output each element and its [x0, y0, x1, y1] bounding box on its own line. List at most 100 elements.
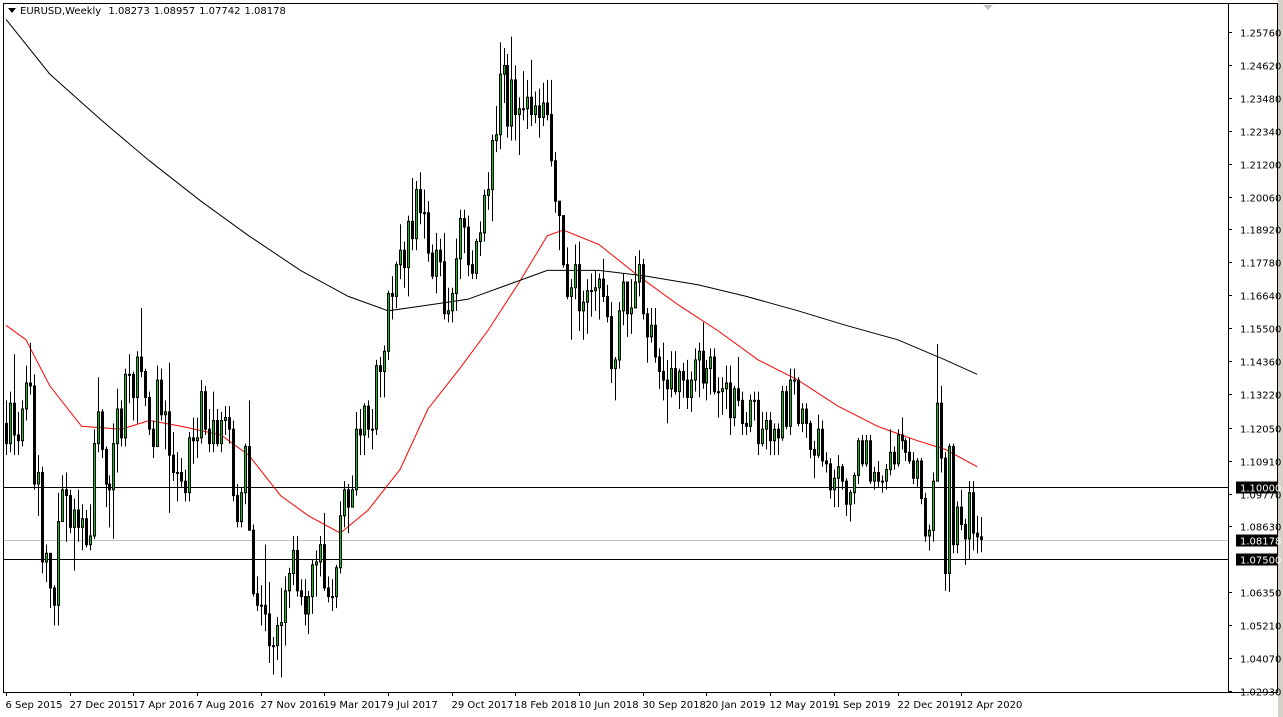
bearish-candle-body: [253, 530, 255, 594]
bearish-candle-body: [18, 435, 20, 441]
candle: [336, 565, 338, 608]
bearish-candle-body: [830, 464, 832, 490]
bullish-candle-body: [750, 400, 752, 426]
bullish-candle-body: [98, 412, 100, 444]
bullish-candle-body: [949, 447, 951, 574]
bearish-candle-body: [50, 553, 52, 588]
candle: [921, 458, 923, 504]
candle: [161, 369, 163, 421]
bearish-candle-body: [555, 161, 557, 201]
candle: [201, 380, 203, 444]
candle: [675, 351, 677, 394]
candlestick-chart[interactable]: 1.257601.246201.234801.223401.212001.200…: [0, 0, 1283, 717]
bearish-candle-body: [941, 403, 943, 458]
candle: [189, 432, 191, 501]
candle: [802, 403, 804, 432]
candle: [965, 519, 967, 565]
candle: [531, 60, 533, 126]
bullish-candle-body: [519, 109, 521, 115]
candle: [145, 369, 147, 407]
chart-shift-marker[interactable]: [983, 5, 993, 10]
bullish-candle-body: [484, 195, 486, 233]
candle: [687, 360, 689, 409]
bearish-candle-body: [432, 253, 434, 276]
bearish-candle-body: [842, 467, 844, 481]
candle: [141, 308, 143, 377]
candle: [205, 386, 207, 435]
bearish-candle-body: [770, 421, 772, 441]
bearish-candle-body: [6, 423, 8, 443]
candle: [917, 458, 919, 487]
bearish-candle-body: [921, 461, 923, 499]
candle: [726, 366, 728, 409]
candle: [671, 351, 673, 397]
candle: [448, 288, 450, 323]
bearish-candle-body: [667, 380, 669, 389]
candle: [890, 429, 892, 475]
candle: [615, 357, 617, 400]
bearish-candle-body: [806, 409, 808, 423]
bullish-candle-body: [308, 597, 310, 614]
candle: [82, 504, 84, 550]
bullish-candle-body: [595, 288, 597, 291]
candle: [925, 493, 927, 542]
bullish-candle-body: [344, 490, 346, 516]
bullish-candle-body: [850, 493, 852, 505]
candle: [444, 233, 446, 320]
chart-window[interactable]: 1.257601.246201.234801.223401.212001.200…: [0, 0, 1283, 717]
candle: [197, 418, 199, 458]
bullish-candle-body: [452, 294, 454, 311]
candle: [98, 377, 100, 452]
candle: [929, 524, 931, 550]
bearish-candle-body: [663, 371, 665, 380]
bullish-candle-body: [312, 565, 314, 597]
bearish-candle-body: [472, 265, 474, 274]
candle: [352, 475, 354, 507]
bearish-candle-body: [742, 400, 744, 423]
candle: [428, 201, 430, 262]
x-tick-label: 1 Sep 2019: [834, 700, 891, 711]
candle: [933, 472, 935, 541]
chart-header: EURUSD,Weekly 1.082731.089571.077421.081…: [8, 6, 290, 17]
candle: [54, 585, 56, 625]
bullish-candle-body: [543, 103, 545, 117]
candle: [591, 273, 593, 316]
bearish-candle-body: [66, 490, 68, 496]
candle: [360, 409, 362, 455]
candle: [137, 351, 139, 423]
candle: [356, 412, 358, 496]
bullish-candle-body: [695, 360, 697, 380]
bullish-candle-body: [500, 74, 502, 135]
candle: [460, 210, 462, 279]
y-tick-label: 1.23480: [1240, 95, 1281, 106]
candle: [643, 259, 645, 320]
bearish-candle-body: [551, 115, 553, 161]
bullish-candle-body: [117, 409, 119, 444]
candle: [22, 400, 24, 446]
dropdown-triangle-icon[interactable]: [8, 8, 16, 13]
candle: [858, 438, 860, 484]
candle: [826, 452, 828, 472]
bearish-candle-body: [611, 317, 613, 369]
candle: [555, 152, 557, 213]
bearish-candle-body: [822, 429, 824, 461]
candle: [153, 421, 155, 459]
y-tick-label: 1.20060: [1240, 194, 1281, 205]
candle: [691, 371, 693, 411]
bullish-candle-body: [261, 605, 263, 606]
ohlc-low: 1.07742: [199, 6, 240, 17]
candle: [70, 490, 72, 533]
candle: [683, 363, 685, 398]
candle: [695, 348, 697, 391]
bullish-candle-body: [340, 516, 342, 568]
candle: [782, 386, 784, 441]
candle: [814, 441, 816, 479]
candle: [846, 478, 848, 516]
bullish-candle-body: [157, 380, 159, 446]
candle: [798, 377, 800, 426]
candle: [312, 559, 314, 614]
bearish-candle-body: [870, 441, 872, 481]
price-label: 1.07500: [1240, 556, 1281, 567]
ohlc-open: 1.08273: [108, 6, 149, 17]
bullish-candle-body: [587, 291, 589, 303]
